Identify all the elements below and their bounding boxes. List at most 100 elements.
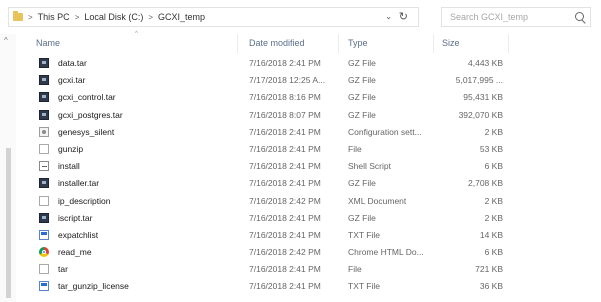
file-size: 95,431 KB: [463, 92, 503, 103]
file-type: GZ File: [348, 92, 376, 103]
file-size: 6 KB: [484, 161, 503, 172]
file-size: 392,070 KB: [458, 109, 503, 120]
file-size: 36 KB: [479, 281, 503, 292]
file-row[interactable]: ip_description 7/16/2018 2:42 PM XML Docum…: [22, 193, 601, 210]
file-row[interactable]: gcxi_control.tar 7/16/2018 8:16 PM GZ File…: [22, 89, 601, 106]
file-icon: [39, 264, 49, 275]
column-divider[interactable]: [433, 34, 434, 53]
file-date-modified: 7/16/2018 2:41 PM: [249, 126, 321, 137]
file-date-modified: 7/16/2018 2:41 PM: [249, 143, 321, 154]
breadcrumb-local-disk[interactable]: Local Disk (C:): [84, 12, 143, 22]
search-icon[interactable]: [575, 12, 584, 21]
file-type: GZ File: [348, 212, 376, 223]
file-row[interactable]: gcxi_postgres.tar 7/16/2018 8:07 PM GZ Fil…: [22, 107, 601, 124]
scroll-up-icon[interactable]: ^: [4, 36, 8, 45]
file-type: XML Document: [348, 195, 407, 206]
file-row[interactable]: gunzip 7/16/2018 2:41 PM File 53 KB: [22, 141, 601, 158]
file-date-modified: 7/16/2018 2:41 PM: [249, 212, 321, 223]
file-date-modified: 7/16/2018 2:42 PM: [249, 195, 321, 206]
text-icon: [39, 281, 49, 292]
column-header: ^ Name Date modified Type Size: [22, 31, 601, 54]
file-type: Shell Script: [348, 161, 391, 172]
folder-icon: [13, 11, 23, 21]
file-type: File: [348, 143, 362, 154]
file-type: Chrome HTML Do...: [348, 247, 424, 258]
file-row[interactable]: installer.tar 7/16/2018 2:41 PM GZ File 2,7…: [22, 175, 601, 192]
file-name: gcxi_control.tar: [58, 92, 116, 103]
file-row[interactable]: gcxi.tar 7/17/2018 12:25 A... GZ File 5,017…: [22, 72, 601, 89]
file-size: 2 KB: [484, 195, 503, 206]
search-box[interactable]: [441, 7, 591, 27]
column-divider[interactable]: [237, 34, 238, 53]
breadcrumb-gcxi-temp[interactable]: GCXI_temp: [158, 12, 205, 22]
file-type: Configuration sett...: [348, 126, 422, 137]
file-date-modified: 7/16/2018 8:16 PM: [249, 92, 321, 103]
file-type: GZ File: [348, 109, 376, 120]
column-size[interactable]: Size: [442, 38, 460, 48]
file-icon: [39, 143, 49, 154]
address-bar[interactable]: > This PC > Local Disk (C:) > GCXI_temp …: [8, 7, 419, 27]
breadcrumb-separator: >: [148, 12, 154, 22]
file-row[interactable]: tar_gunzip_license 7/16/2018 2:41 PM TXT F…: [22, 278, 601, 295]
archive-icon: [39, 92, 49, 103]
archive-icon: [39, 178, 49, 189]
archive-icon: [39, 75, 49, 86]
file-row[interactable]: install 7/16/2018 2:41 PM Shell Script 6 KB: [22, 158, 601, 175]
file-date-modified: 7/16/2018 2:41 PM: [249, 281, 321, 292]
search-input[interactable]: [448, 11, 572, 23]
file-row[interactable]: expatchlist 7/16/2018 2:41 PM TXT File 14 K…: [22, 227, 601, 244]
file-date-modified: 7/16/2018 2:42 PM: [249, 247, 321, 258]
file-type: TXT File: [348, 229, 380, 240]
file-row[interactable]: tar 7/16/2018 2:41 PM File 721 KB: [22, 261, 601, 278]
file-type: GZ File: [348, 178, 376, 189]
archive-icon: [39, 58, 49, 68]
file-date-modified: 7/16/2018 2:41 PM: [249, 264, 321, 275]
file-size: 721 KB: [475, 264, 503, 275]
script-icon: [39, 161, 49, 172]
file-size: 2 KB: [484, 126, 503, 137]
archive-icon: [39, 212, 49, 223]
file-name: data.tar: [58, 58, 87, 68]
file-row[interactable]: genesys_silent 7/16/2018 2:41 PM Configura…: [22, 124, 601, 141]
archive-icon: [39, 109, 49, 120]
nav-scrollbar-thumb[interactable]: [6, 148, 11, 298]
file-name: ip_description: [58, 195, 111, 206]
column-divider[interactable]: [338, 34, 339, 53]
column-name[interactable]: Name: [36, 38, 60, 48]
file-size: 14 KB: [479, 229, 503, 240]
xml-icon: [39, 195, 49, 206]
file-date-modified: 7/16/2018 2:41 PM: [249, 178, 321, 189]
breadcrumb-separator: >: [28, 12, 33, 22]
column-divider[interactable]: [508, 34, 509, 53]
file-name: tar_gunzip_license: [58, 281, 129, 292]
file-name: install: [58, 161, 80, 172]
breadcrumb-separator: >: [74, 12, 80, 22]
file-name: iscript.tar: [58, 212, 93, 223]
file-row[interactable]: read_me 7/16/2018 2:42 PM Chrome HTML Do..…: [22, 244, 601, 261]
address-bar-area: > This PC > Local Disk (C:) > GCXI_temp …: [0, 0, 601, 34]
text-icon: [39, 229, 49, 240]
file-name: gcxi_postgres.tar: [58, 109, 123, 120]
file-type: GZ File: [348, 75, 376, 86]
file-date-modified: 7/16/2018 2:41 PM: [249, 58, 321, 68]
file-name: genesys_silent: [58, 126, 115, 137]
file-list: data.tar 7/16/2018 2:41 PM GZ File 4,443 KB…: [22, 55, 601, 296]
file-name: gcxi.tar: [58, 75, 86, 86]
file-row[interactable]: data.tar 7/16/2018 2:41 PM GZ File 4,443 KB: [22, 55, 601, 72]
file-size: 6 KB: [484, 247, 503, 258]
file-date-modified: 7/16/2018 8:07 PM: [249, 109, 321, 120]
file-name: installer.tar: [58, 178, 100, 189]
file-size: 2 KB: [484, 212, 503, 223]
file-size: 5,017,995 ...: [455, 75, 503, 86]
file-type: File: [348, 264, 362, 275]
column-date-modified[interactable]: Date modified: [249, 38, 305, 48]
refresh-icon[interactable]: ↻: [399, 10, 408, 23]
file-row[interactable]: iscript.tar 7/16/2018 2:41 PM GZ File 2 KB: [22, 210, 601, 227]
file-name: expatchlist: [58, 229, 99, 240]
config-icon: [39, 126, 49, 137]
chevron-down-icon[interactable]: ⌄: [385, 12, 392, 21]
column-type[interactable]: Type: [348, 38, 368, 48]
file-name: tar: [58, 264, 68, 275]
breadcrumb-this-pc[interactable]: This PC: [38, 12, 70, 22]
file-type: TXT File: [348, 281, 380, 292]
